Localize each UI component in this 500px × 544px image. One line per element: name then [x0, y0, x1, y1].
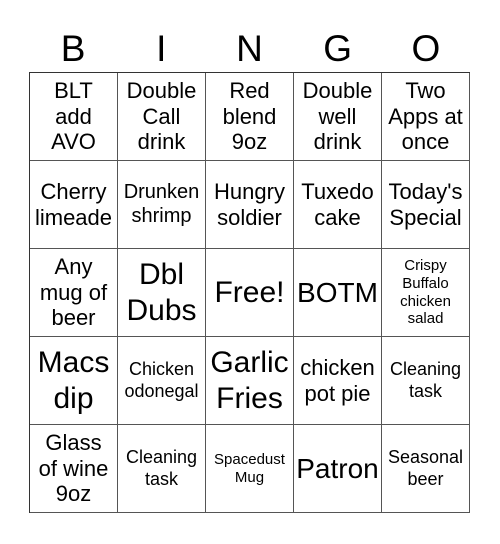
bingo-cell[interactable]: Cherry limeade	[30, 161, 118, 249]
bingo-cell[interactable]: BLT add AVO	[30, 73, 118, 161]
header-letter-n: N	[236, 28, 263, 69]
cell-text: BLT add AVO	[51, 77, 96, 155]
cell-text: Garlic Fries	[210, 346, 289, 415]
cell-text: Double Call drink	[126, 77, 197, 155]
cell-text: Tuxedo cake	[301, 178, 374, 230]
free-space-cell[interactable]: Free!	[206, 249, 294, 337]
bingo-cell[interactable]: Red blend 9oz	[206, 73, 294, 161]
bingo-cell[interactable]: Hungry soldier	[206, 161, 294, 249]
header-letter-b: B	[60, 28, 86, 69]
cell-text: Today's Special	[388, 178, 463, 230]
cell-text: Cherry limeade	[34, 178, 113, 230]
bingo-cell[interactable]: Glass of wine 9oz	[30, 425, 118, 513]
bingo-header: B I N G O	[29, 26, 470, 72]
bingo-cell[interactable]: Garlic Fries	[206, 337, 294, 425]
cell-text: Spacedust Mug	[214, 450, 285, 486]
cell-text: Glass of wine 9oz	[38, 429, 109, 507]
bingo-cell[interactable]: chicken pot pie	[294, 337, 382, 425]
bingo-cell[interactable]: Patron	[294, 425, 382, 513]
bingo-cell[interactable]: Cleaning task	[118, 425, 206, 513]
header-letter-g: G	[323, 28, 353, 69]
cell-text: chicken pot pie	[300, 354, 375, 406]
cell-text: Drunken shrimp	[123, 180, 200, 227]
cell-text: Hungry soldier	[214, 178, 285, 230]
cell-text: Cleaning task	[389, 359, 462, 401]
cell-text: Two Apps at once	[388, 77, 463, 155]
cell-text: Patron	[296, 452, 379, 484]
cell-text: Chicken odonegal	[124, 359, 199, 401]
bingo-cell[interactable]: Macs dip	[30, 337, 118, 425]
bingo-cell[interactable]: Today's Special	[382, 161, 470, 249]
header-letter-i: I	[156, 28, 167, 69]
cell-text: BOTM	[297, 276, 378, 308]
cell-text: Crispy Buffalo chicken salad	[400, 257, 451, 328]
bingo-cell[interactable]: BOTM	[294, 249, 382, 337]
bingo-cell[interactable]: Seasonal beer	[382, 425, 470, 513]
bingo-cell[interactable]: Crispy Buffalo chicken salad	[382, 249, 470, 337]
bingo-cell[interactable]: Two Apps at once	[382, 73, 470, 161]
bingo-cell[interactable]: Spacedust Mug	[206, 425, 294, 513]
header-letter-o: O	[411, 28, 441, 69]
cell-text: Cleaning task	[125, 447, 198, 489]
bingo-cell[interactable]: Cleaning task	[382, 337, 470, 425]
bingo-cell[interactable]: Tuxedo cake	[294, 161, 382, 249]
bingo-cell[interactable]: Double well drink	[294, 73, 382, 161]
bingo-cell[interactable]: Any mug of beer	[30, 249, 118, 337]
cell-text: Double well drink	[302, 77, 373, 155]
bingo-cell[interactable]: Double Call drink	[118, 73, 206, 161]
bingo-cell[interactable]: Drunken shrimp	[118, 161, 206, 249]
bingo-card-grid: BLT add AVO Double Call drink Red blend …	[29, 72, 470, 513]
cell-text: Seasonal beer	[387, 447, 464, 489]
cell-text: Any mug of beer	[39, 253, 108, 331]
cell-text: Red blend 9oz	[222, 77, 277, 155]
bingo-cell[interactable]: Dbl Dubs	[118, 249, 206, 337]
cell-text: Macs dip	[37, 346, 110, 415]
cell-text: Dbl Dubs	[126, 258, 197, 327]
free-space-text: Free!	[214, 275, 285, 309]
bingo-cell[interactable]: Chicken odonegal	[118, 337, 206, 425]
